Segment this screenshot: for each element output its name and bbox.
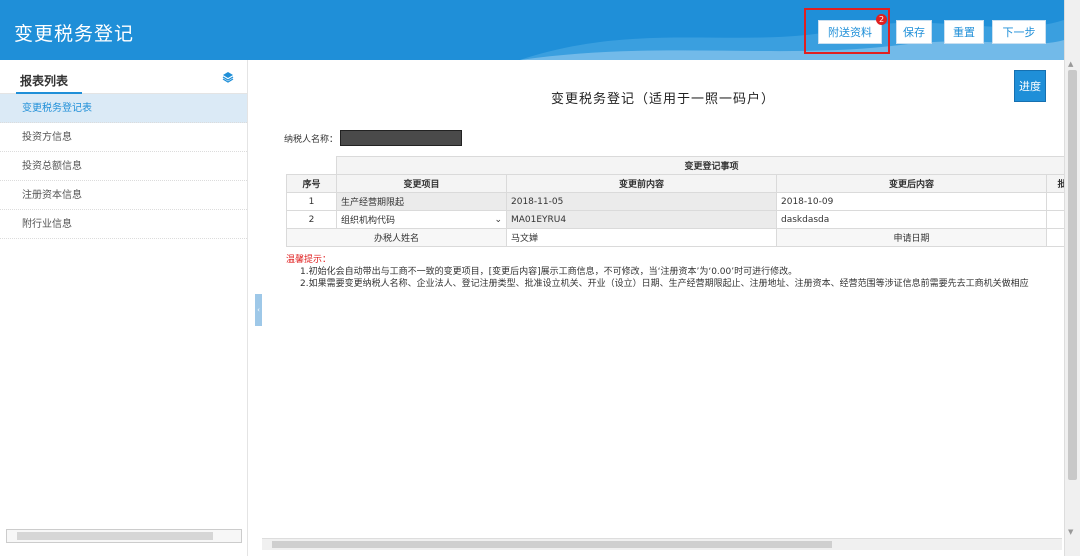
main-content: 变更税务登记（适用于一照一码户） 进度 纳税人名称： 变更登记事项 序号 变更项… [262,60,1064,556]
change-item-select[interactable]: 组织机构代码 ⌄ [336,210,507,229]
page-title: 变更税务登记（适用于一照一码户） [550,92,775,107]
sidebar-header: 报表列表 [0,60,247,94]
sidebar-title: 报表列表 [20,74,69,88]
app-title: 变更税务登记 [14,23,135,45]
chevron-down-icon[interactable]: ⌄ [494,215,502,225]
before-content-cell: 2018-11-05 [506,192,777,211]
tips-line-1: 1.初始化会自动带出与工商不一致的变更项目，[变更后内容]展示工商信息，不可修改… [300,267,798,277]
scrollbar-thumb[interactable] [1068,70,1077,480]
column-header: 序号 [286,174,337,193]
sidebar-horizontal-scrollbar[interactable] [6,529,242,543]
sidebar-item-investor-info[interactable]: 投资方信息 [0,123,247,152]
layers-icon[interactable] [222,71,234,83]
column-header: 变更项目 [336,174,507,193]
change-items-table: 变更登记事项 序号 变更项目 变更前内容 变更后内容 批准 1 生产经营期限起 … [286,156,1064,247]
before-content-cell: MA01EYRU4 [506,210,777,229]
attach-count-badge: 2 [876,14,887,25]
table-row: 2 组织机构代码 ⌄ MA01EYRU4 daskdasda [286,210,1064,229]
next-step-button[interactable]: 下一步 [992,20,1046,44]
report-list-sidebar: 报表列表 变更税务登记表 投资方信息 投资总额信息 注册资本信息 附行业信息 [0,60,248,556]
table-row: 办税人姓名 马文婵 申请日期 [286,228,1064,247]
tips-heading: 温馨提示： [286,255,332,265]
column-header: 变更后内容 [776,174,1047,193]
handler-name-value[interactable]: 马文婵 [506,228,777,247]
redacted-taxpayer-name [340,130,463,146]
sidebar-title-underline [16,92,82,94]
scroll-up-arrow-icon[interactable]: ▲ [1068,60,1073,68]
sidebar-item-total-investment[interactable]: 投资总额信息 [0,152,247,181]
table-row: 1 生产经营期限起 2018-11-05 2018-10-09 [286,192,1064,211]
sidebar-item-industry-info[interactable]: 附行业信息 [0,210,247,239]
scrollbar-thumb[interactable] [272,541,832,548]
tips-section: 温馨提示： 1.初始化会自动带出与工商不一致的变更项目，[变更后内容]展示工商信… [286,254,1029,290]
column-header: 变更前内容 [506,174,777,193]
page-vertical-scrollbar[interactable]: ▲ ▼ [1064,0,1080,556]
main-horizontal-scrollbar[interactable] [262,538,1062,550]
row-number: 2 [286,210,337,229]
apply-date-value[interactable] [1045,228,1064,247]
scroll-down-arrow-icon[interactable]: ▼ [1068,528,1073,536]
sidebar-item-registered-capital[interactable]: 注册资本信息 [0,181,247,210]
handler-name-label: 办税人姓名 [286,228,507,247]
after-content-input[interactable]: 2018-10-09 [776,192,1047,211]
change-item-cell: 生产经营期限起 [336,192,507,211]
after-content-input[interactable]: daskdasda [776,210,1047,229]
approval-cell [1045,210,1064,229]
taxpayer-name-row: 纳税人名称： [284,130,463,146]
taxpayer-name-label: 纳税人名称： [284,134,339,145]
group-header: 变更登记事项 [335,156,1064,175]
column-header: 批准 [1045,174,1064,193]
approval-cell [1045,192,1064,211]
reset-button[interactable]: 重置 [944,20,984,44]
sidebar-collapse-toggle[interactable]: ‹ [255,294,262,326]
row-number: 1 [286,192,337,211]
sidebar-item-change-registration-form[interactable]: 变更税务登记表 [0,94,247,123]
progress-button[interactable]: 进度 [1014,70,1046,102]
tips-line-2: 2.如果需要变更纳税人名称、企业法人、登记注册类型、批准设立机关、开业（设立）日… [300,279,1029,289]
scrollbar-thumb[interactable] [17,532,213,540]
apply-date-label: 申请日期 [776,228,1047,247]
change-item-select-value: 组织机构代码 [341,216,396,226]
save-button[interactable]: 保存 [896,20,932,44]
